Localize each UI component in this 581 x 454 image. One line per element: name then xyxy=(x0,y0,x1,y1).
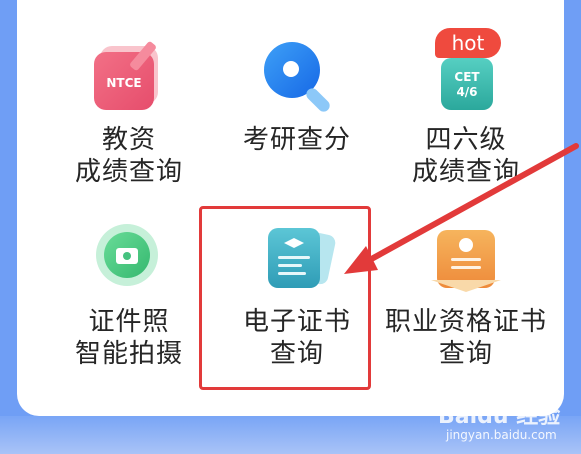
annotation-arrow xyxy=(344,143,579,274)
watermark-url: jingyan.baidu.com xyxy=(446,428,557,442)
watermark-logo: Baidu 经验 xyxy=(438,404,561,429)
